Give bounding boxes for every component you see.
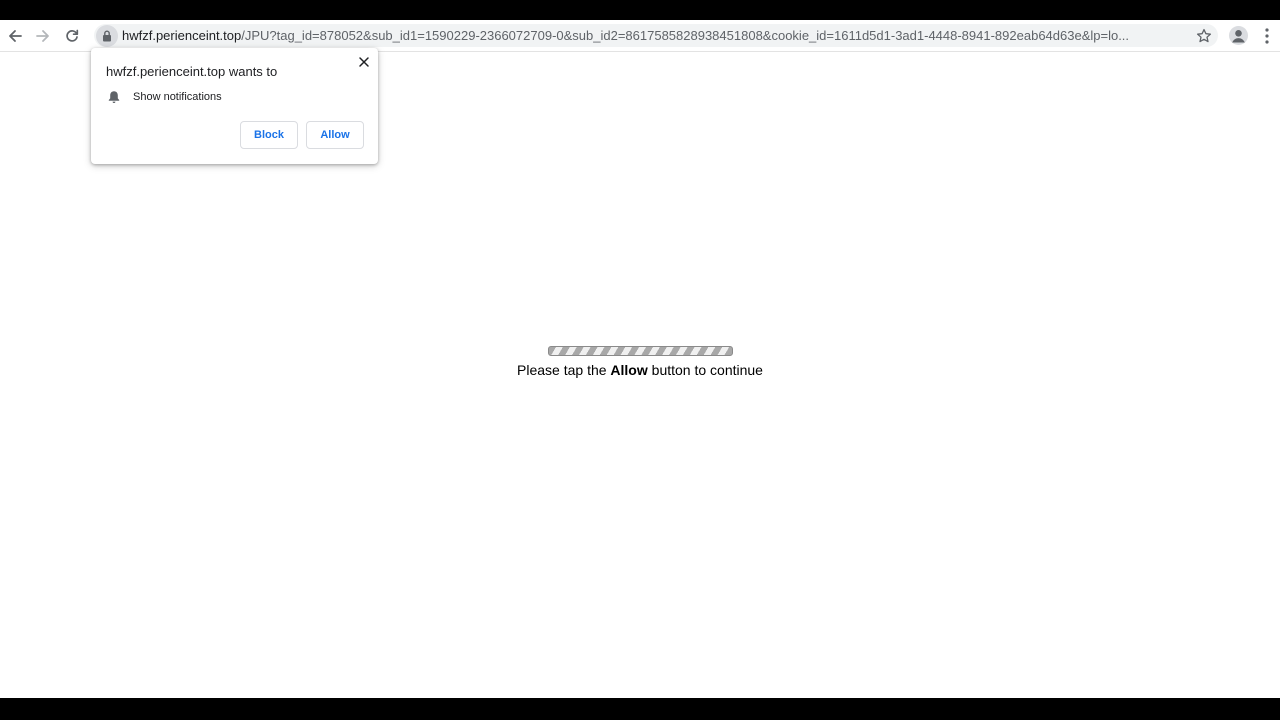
block-button[interactable]: Block: [240, 121, 298, 149]
arrow-right-icon: [36, 30, 49, 42]
progress-fill: [549, 347, 732, 355]
forward-button[interactable]: [30, 23, 56, 49]
avatar-icon: [1232, 30, 1245, 43]
close-icon[interactable]: [356, 54, 372, 70]
address-bar[interactable]: hwfzf.perienceint.top/JPU?tag_id=878052&…: [94, 24, 1218, 47]
bell-icon: [108, 91, 120, 103]
top-letterbox: [0, 0, 1280, 20]
url-text: hwfzf.perienceint.top/JPU?tag_id=878052&…: [122, 28, 1184, 43]
reload-icon: [66, 29, 79, 42]
screen: hwfzf.perienceint.top/JPU?tag_id=878052&…: [0, 0, 1280, 720]
notification-permission-popup: hwfzf.perienceint.top wants to Show noti…: [91, 48, 378, 164]
site-info-button[interactable]: [96, 25, 118, 47]
arrow-left-icon: [9, 30, 22, 42]
instruction-suffix: button to continue: [647, 362, 763, 378]
kebab-menu-icon[interactable]: [1260, 26, 1274, 46]
back-button[interactable]: [2, 23, 28, 49]
popup-title: hwfzf.perienceint.top wants to: [106, 64, 278, 79]
url-path: /JPU?tag_id=878052&sub_id1=1590229-23660…: [241, 28, 1130, 43]
bottom-letterbox: [0, 698, 1280, 720]
reload-button[interactable]: [59, 23, 85, 49]
instruction-allow: Allow: [610, 362, 648, 378]
url-host: hwfzf.perienceint.top: [122, 28, 242, 43]
star-icon[interactable]: [1196, 28, 1212, 44]
profile-button[interactable]: [1229, 26, 1248, 45]
permission-label: Show notifications: [133, 91, 222, 103]
progress-bar: [548, 346, 733, 356]
allow-button[interactable]: Allow: [306, 121, 364, 149]
lock-icon: [103, 30, 111, 42]
instruction-text: Please tap the Allow button to continue: [0, 362, 1280, 378]
instruction-prefix: Please tap the: [517, 362, 611, 378]
